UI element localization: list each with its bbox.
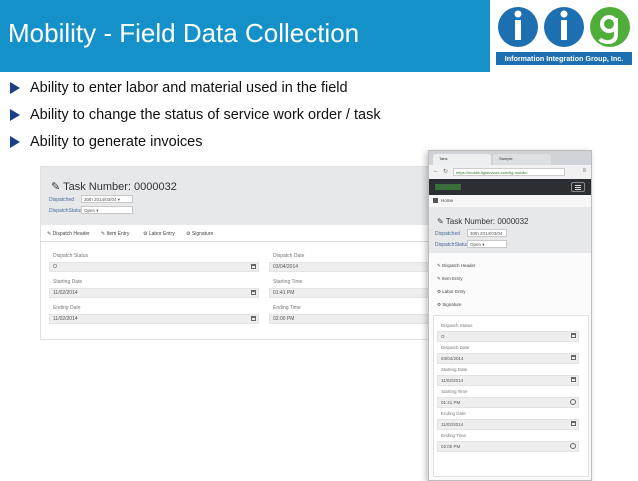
dispatch-status-select[interactable]: Open ▾ — [467, 240, 507, 248]
field-label: Dispatch Status — [441, 323, 473, 328]
dispatch-status-label: DispatchStatus — [435, 242, 469, 248]
field-label: Dispatch Status — [53, 253, 89, 259]
desktop-tabs: ✎ Dispatch Header ✎ Item Entry ⚙ Labor E… — [41, 229, 481, 242]
slide-title: Mobility - Field Data Collection — [8, 18, 360, 48]
field-label: Ending Time — [273, 305, 301, 311]
tab-signature[interactable]: ⚙ Signature — [186, 231, 213, 237]
field-label: Ending Date — [441, 411, 466, 416]
calendar-icon[interactable] — [251, 290, 256, 295]
home-icon[interactable] — [433, 198, 438, 203]
calendar-icon[interactable] — [251, 264, 256, 269]
arrow-bullet-icon — [10, 82, 20, 94]
field-label: Dispatch Date — [273, 253, 305, 259]
arrow-bullet-icon — [10, 109, 20, 121]
calendar-icon[interactable] — [571, 377, 576, 382]
dispatch-status-input[interactable]: O — [49, 262, 259, 272]
mobile-screenshot: Tabs Sample ← ↻ https://mobile.iigservic… — [428, 150, 592, 481]
browser-tab[interactable]: Tabs — [433, 154, 491, 165]
desktop-screenshot: ✎ Task Number: 0000032 Dispatched 30th 2… — [40, 166, 482, 340]
url-field[interactable]: https://mobile.iigservices.com/iig-mobil… — [453, 168, 565, 176]
dispatched-select[interactable]: 30th 2014/03/04 ▾ — [81, 195, 133, 203]
breadcrumb-home[interactable]: Home — [441, 198, 453, 203]
reload-icon[interactable]: ↻ — [443, 168, 448, 175]
starting-date-input[interactable]: 11/02/2014 — [437, 375, 579, 386]
app-logo — [435, 184, 461, 190]
task-title: ✎ Task Number: 0000032 — [437, 217, 529, 226]
calendar-icon[interactable] — [571, 333, 576, 338]
dispatch-status-select[interactable]: Open ▾ — [81, 206, 133, 214]
arrow-bullet-icon — [10, 136, 20, 148]
dispatch-status-label: DispatchStatus — [49, 208, 83, 214]
clock-icon[interactable] — [570, 399, 576, 405]
app-nav-bar — [429, 179, 591, 195]
dispatch-date-input[interactable]: 03/04/2014 — [437, 353, 579, 364]
browser-tab[interactable]: Sample — [493, 154, 551, 165]
bullet-list: Ability to enter labor and material used… — [8, 78, 381, 159]
field-label: Ending Date — [53, 305, 81, 311]
task-title: ✎ Task Number: 0000032 — [51, 181, 177, 193]
calendar-icon[interactable] — [251, 316, 256, 321]
field-label: Starting Time — [441, 389, 468, 394]
tab-labor-entry[interactable]: ⚙ Labor Entry — [143, 231, 175, 237]
dispatched-label: Dispatched — [435, 231, 461, 237]
ending-time-input[interactable]: 02:00 PM — [437, 441, 579, 452]
dispatched-label: Dispatched — [49, 197, 75, 203]
bullet-text: Ability to change the status of service … — [30, 107, 381, 123]
calendar-icon[interactable] — [571, 421, 576, 426]
bullet-item: Ability to enter labor and material used… — [8, 78, 381, 105]
company-logo: Information Integration Group, Inc. — [490, 0, 638, 72]
ending-date-input[interactable]: 11/02/2014 — [49, 314, 259, 324]
ending-date-input[interactable]: 11/02/2014 — [437, 419, 579, 430]
field-label: Starting Time — [273, 279, 303, 285]
clock-icon[interactable] — [570, 443, 576, 449]
browser-address-bar: ← ↻ https://mobile.iigservices.com/iig-m… — [429, 165, 591, 180]
dispatched-select[interactable]: 30th 2014/03/04 — [467, 229, 507, 237]
logo-subtitle: Information Integration Group, Inc. — [496, 52, 632, 65]
logo-letters-graphic — [498, 7, 630, 47]
task-header: ✎ Task Number: 0000032 Dispatched 30th 2… — [41, 167, 481, 225]
hamburger-menu-icon[interactable] — [571, 182, 585, 192]
menu-labor-entry[interactable]: ⚙ Labor Entry — [437, 289, 466, 295]
field-label: Starting Date — [441, 367, 468, 372]
tab-item-entry[interactable]: ✎ Item Entry — [101, 231, 129, 237]
dispatch-status-input[interactable]: O — [437, 331, 579, 342]
bullet-item: Ability to change the status of service … — [8, 105, 381, 132]
title-bar: Mobility - Field Data Collection Informa… — [0, 0, 638, 72]
menu-dispatch-header[interactable]: ✎ Dispatch Header — [437, 263, 476, 269]
field-label: Starting Date — [53, 279, 83, 285]
starting-date-input[interactable]: 11/02/2014 — [49, 288, 259, 298]
back-arrow-icon[interactable]: ← — [433, 168, 439, 174]
menu-signature[interactable]: ⚙ Signature — [437, 302, 462, 308]
browser-menu-icon[interactable]: ≡ — [582, 168, 586, 174]
menu-item-entry[interactable]: ✎ Item Entry — [437, 276, 463, 282]
field-label: Ending Time — [441, 433, 467, 438]
browser-tab-bar: Tabs Sample — [429, 151, 591, 165]
starting-time-input[interactable]: 01:41 PM — [437, 397, 579, 408]
task-header: ✎ Task Number: 0000032 Dispatched 30th 2… — [429, 207, 591, 253]
tab-dispatch-header[interactable]: ✎ Dispatch Header — [47, 231, 90, 237]
bullet-text: Ability to enter labor and material used… — [30, 80, 348, 96]
field-label: Dispatch Date — [441, 345, 470, 350]
calendar-icon[interactable] — [571, 355, 576, 360]
bullet-text: Ability to generate invoices — [30, 134, 203, 150]
bullet-item: Ability to generate invoices — [8, 132, 381, 159]
